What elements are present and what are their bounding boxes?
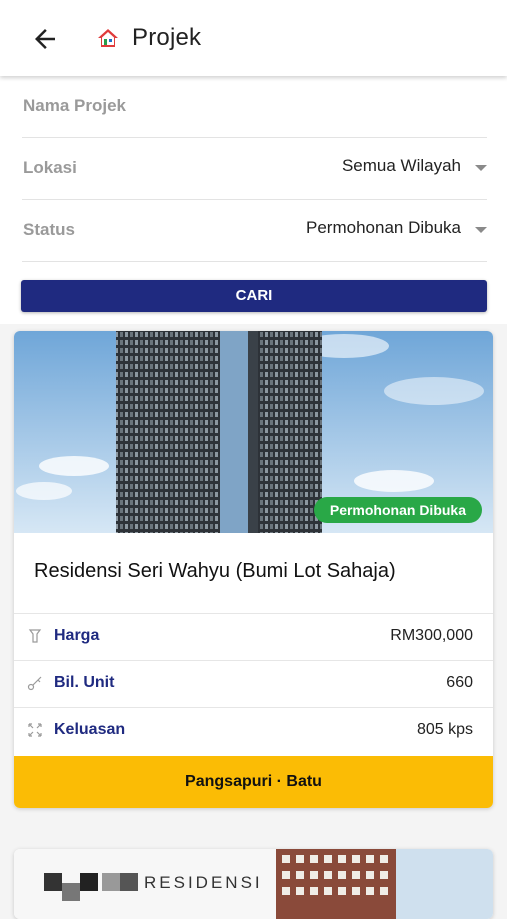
project-card[interactable]: RESIDENSI <box>14 849 493 919</box>
status-badge: Permohonan Dibuka <box>313 497 482 523</box>
detail-label: Bil. Unit <box>54 674 115 691</box>
expand-icon <box>28 723 42 737</box>
key-icon <box>27 676 42 691</box>
search-button[interactable]: CARI <box>21 280 487 312</box>
app-bar: Projek <box>0 0 507 76</box>
status-dropdown[interactable]: Status Permohonan Dibuka <box>22 200 487 262</box>
back-arrow-icon[interactable] <box>30 24 60 54</box>
detail-value: 805 kps <box>416 721 473 738</box>
project-card[interactable]: Permohonan Dibuka Residensi Seri Wahyu (… <box>14 331 493 808</box>
image-caption: RESIDENSI <box>144 873 263 892</box>
detail-label: Harga <box>54 627 100 644</box>
dropdown-caret-icon <box>475 227 487 233</box>
dropdown-caret-icon <box>475 165 487 171</box>
status-value: Permohonan Dibuka <box>306 218 461 237</box>
location-value: Semua Wilayah <box>341 156 461 175</box>
detail-row-area: Keluasan 805 kps <box>14 707 493 754</box>
detail-label: Keluasan <box>54 721 126 738</box>
location-dropdown[interactable]: Lokasi Semua Wilayah <box>22 138 487 200</box>
property-type-footer: Pangsapuri · Batu <box>14 756 493 808</box>
location-label: Lokasi <box>23 158 77 177</box>
project-name-field[interactable]: Nama Projek <box>22 76 487 138</box>
project-name: Residensi Seri Wahyu (Bumi Lot Sahaja) <box>34 560 396 582</box>
detail-value: RM300,000 <box>390 627 473 644</box>
page-title: Projek <box>132 24 202 51</box>
status-label: Status <box>23 220 75 239</box>
detail-row-price: Harga RM300,000 <box>14 613 493 660</box>
price-tag-icon <box>28 629 42 643</box>
detail-row-units: Bil. Unit 660 <box>14 660 493 707</box>
detail-value: 660 <box>446 674 473 691</box>
project-name-label: Nama Projek <box>23 96 126 115</box>
home-logo-icon <box>98 29 118 47</box>
